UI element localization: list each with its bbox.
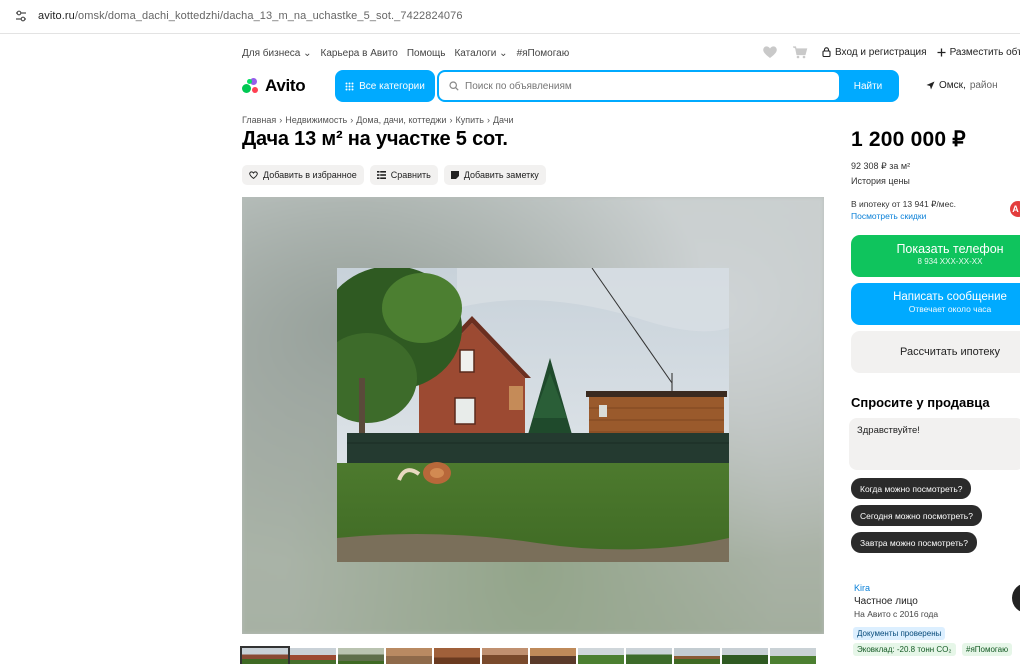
- write-message-label: Написать сообщение: [893, 291, 1007, 303]
- listing-actions: Добавить в избранное Сравнить Добавить з…: [242, 165, 546, 185]
- show-phone-label: Показать телефон: [896, 242, 1004, 256]
- page-title: Дача 13 м² на участке 5 сот.: [242, 128, 508, 150]
- link-help[interactable]: Помощь: [407, 48, 446, 59]
- phone-masked: 8 934 XXX-XX-XX: [917, 257, 983, 266]
- thumbnail[interactable]: [770, 648, 816, 664]
- documents-verified-badge: Документы проверены: [853, 627, 946, 640]
- add-note-button[interactable]: Добавить заметку: [443, 165, 546, 185]
- location-selector[interactable]: Омск, район: [926, 80, 998, 91]
- note-icon: [450, 171, 459, 179]
- location-district: район: [969, 80, 998, 91]
- avatar[interactable]: [1012, 583, 1020, 613]
- location-arrow-icon: [926, 81, 935, 90]
- all-categories-button[interactable]: Все категории: [335, 70, 435, 102]
- top-links: Для бизнеса ⌄ Карьера в Авито Помощь Кат…: [242, 48, 569, 59]
- thumbnail[interactable]: [386, 648, 432, 664]
- plus-icon: [937, 48, 946, 56]
- site-settings-icon[interactable]: [14, 9, 28, 23]
- quick-question-chip[interactable]: Завтра можно посмотреть?: [851, 532, 977, 553]
- compare-label: Сравнить: [390, 170, 431, 180]
- breadcrumb-separator: ›: [486, 115, 490, 125]
- breadcrumb: Главная › Недвижимость › Дома, дачи, кот…: [242, 115, 514, 125]
- login-link[interactable]: Вход и регистрация: [822, 47, 927, 58]
- link-career[interactable]: Карьера в Авито: [321, 48, 398, 59]
- url-domain: avito.ru: [38, 10, 75, 22]
- price-history-link[interactable]: История цены: [851, 176, 910, 186]
- breadcrumb-separator: ›: [350, 115, 354, 125]
- bank-logo-icon: А: [1010, 201, 1020, 217]
- post-ad-link[interactable]: Разместить объявление: [937, 47, 1020, 58]
- breadcrumb-houses[interactable]: Дома, дачи, коттеджи: [356, 115, 446, 125]
- link-business[interactable]: Для бизнеса ⌄: [242, 48, 312, 59]
- breadcrumb-separator: ›: [279, 115, 283, 125]
- avito-logo-text: Avito: [265, 76, 306, 95]
- all-categories-label: Все категории: [359, 80, 425, 92]
- thumbnail[interactable]: [290, 648, 336, 664]
- breadcrumb-real-estate[interactable]: Недвижимость: [285, 115, 347, 125]
- response-time: Отвечает около часа: [908, 304, 992, 314]
- top-right-controls: Вход и регистрация Разместить объявление: [762, 45, 1020, 59]
- thumbnail[interactable]: [674, 648, 720, 664]
- avito-logo[interactable]: Avito: [242, 76, 306, 96]
- add-to-favorites-label: Добавить в избранное: [263, 170, 357, 180]
- seller-type: Частное лицо: [854, 596, 918, 607]
- write-message-button[interactable]: Написать сообщение Отвечает около часа: [851, 283, 1020, 325]
- main-photo[interactable]: [337, 268, 729, 562]
- link-ya-pomogayu[interactable]: #яПомогаю: [517, 48, 570, 59]
- thumbnail[interactable]: [482, 648, 528, 664]
- search-bar: Найти: [437, 70, 899, 102]
- search-field[interactable]: [439, 72, 839, 100]
- breadcrumb-separator: ›: [449, 115, 453, 125]
- seller-since: На Авито с 2016 года: [854, 609, 939, 619]
- search-input[interactable]: [465, 80, 825, 92]
- breadcrumb-dachas[interactable]: Дачи: [493, 115, 514, 125]
- post-ad-label: Разместить объявление: [949, 46, 1020, 58]
- ya-pomogayu-badge: #яПомогаю: [962, 643, 1013, 656]
- heart-outline-icon: [249, 171, 258, 179]
- login-label: Вход и регистрация: [835, 46, 927, 58]
- cart-icon[interactable]: [792, 45, 808, 59]
- see-discounts-link[interactable]: Посмотреть скидки: [851, 211, 926, 221]
- url-text[interactable]: avito.ru/omsk/doma_dachi_kottedzhi/dacha…: [38, 10, 463, 22]
- link-catalogs[interactable]: Каталоги ⌄: [454, 48, 507, 59]
- breadcrumb-buy[interactable]: Купить: [455, 115, 483, 125]
- compare-icon: [376, 171, 386, 179]
- search-submit-button[interactable]: Найти: [839, 72, 897, 100]
- compare-button[interactable]: Сравнить: [369, 165, 438, 185]
- quick-question-chip[interactable]: Когда можно посмотреть?: [851, 478, 972, 499]
- eco-contribution-badge: Эковклад: -20.8 тонн CO₂: [853, 643, 956, 656]
- show-phone-button[interactable]: Показать телефон 8 934 XXX-XX-XX: [851, 235, 1020, 277]
- seller-name-link[interactable]: Kira: [854, 583, 870, 593]
- add-note-label: Добавить заметку: [463, 170, 539, 180]
- thumbnail-strip: [240, 646, 816, 664]
- add-to-favorites-button[interactable]: Добавить в избранное: [242, 165, 364, 185]
- thumbnail[interactable]: [578, 648, 624, 664]
- calculate-mortgage-button[interactable]: Рассчитать ипотеку: [851, 331, 1020, 373]
- thumbnail[interactable]: [626, 648, 672, 664]
- ask-seller-textarea[interactable]: Здравствуйте!: [849, 418, 1020, 470]
- thumbnail[interactable]: [434, 648, 480, 664]
- photo-gallery[interactable]: [242, 197, 824, 634]
- ask-seller-heading: Спросите у продавца: [851, 395, 990, 410]
- thumbnail[interactable]: [722, 648, 768, 664]
- thumbnail[interactable]: [338, 648, 384, 664]
- lock-icon: [822, 47, 831, 57]
- favorites-heart-icon[interactable]: [762, 45, 778, 59]
- breadcrumb-home[interactable]: Главная: [242, 115, 276, 125]
- browser-address-bar[interactable]: avito.ru/omsk/doma_dachi_kottedzhi/dacha…: [0, 0, 1020, 34]
- url-path: /omsk/doma_dachi_kottedzhi/dacha_13_m_na…: [74, 10, 463, 22]
- thumbnail[interactable]: [530, 648, 576, 664]
- mortgage-info: В ипотеку от 13 941 ₽/мес.: [851, 199, 956, 209]
- thumbnail[interactable]: [240, 646, 290, 664]
- avito-logo-dots-icon: [242, 78, 262, 94]
- grid-dots-icon: [345, 82, 354, 90]
- search-icon: [449, 81, 459, 91]
- price: 1 200 000 ₽: [851, 128, 966, 151]
- location-city: Омск,: [939, 80, 966, 91]
- price-per-sqm: 92 308 ₽ за м²: [851, 161, 911, 171]
- quick-question-chip[interactable]: Сегодня можно посмотреть?: [851, 505, 982, 526]
